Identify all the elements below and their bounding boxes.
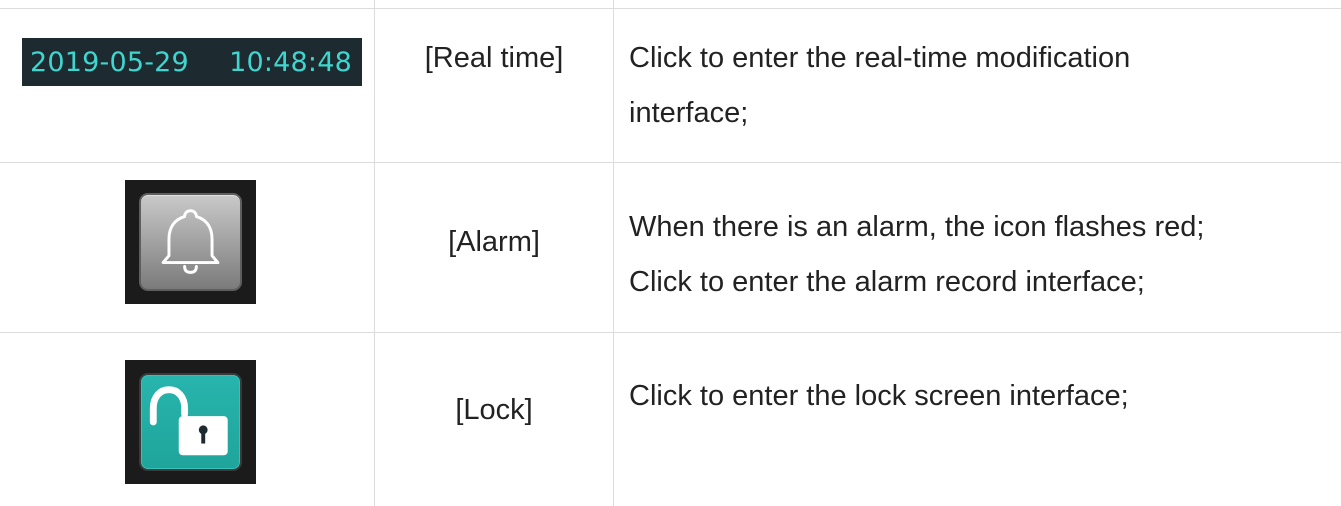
- alarm-button[interactable]: [125, 180, 256, 304]
- lock-button[interactable]: [125, 360, 256, 484]
- lock-label: [Lock]: [455, 394, 533, 426]
- table-border-top: [0, 8, 1341, 9]
- alarm-desc-line-1: When there is an alarm, the icon flashes…: [629, 211, 1205, 243]
- bell-icon: [139, 193, 242, 291]
- alarm-label: [Alarm]: [448, 226, 540, 258]
- real-time-desc-line-1: Click to enter the real-time modificatio…: [629, 42, 1131, 74]
- row-divider-1: [0, 162, 1341, 163]
- lock-desc-line-1: Click to enter the lock screen interface…: [629, 380, 1129, 412]
- datetime-display[interactable]: 2019-05-29 10:48:48: [22, 38, 362, 86]
- padlock-glyph: [149, 386, 228, 456]
- real-time-label: [Real time]: [424, 42, 564, 74]
- real-time-desc-line-2: interface;: [629, 97, 749, 129]
- row-divider-2: [0, 332, 1341, 333]
- unlocked-padlock-icon: [139, 373, 242, 471]
- function-table: 2019-05-29 10:48:48 [Real time] Click to…: [0, 0, 1341, 506]
- bell-glyph: [161, 209, 220, 274]
- date-text: 2019-05-29: [30, 46, 189, 78]
- time-text: 10:48:48: [229, 46, 352, 78]
- alarm-desc-line-2: Click to enter the alarm record interfac…: [629, 266, 1145, 298]
